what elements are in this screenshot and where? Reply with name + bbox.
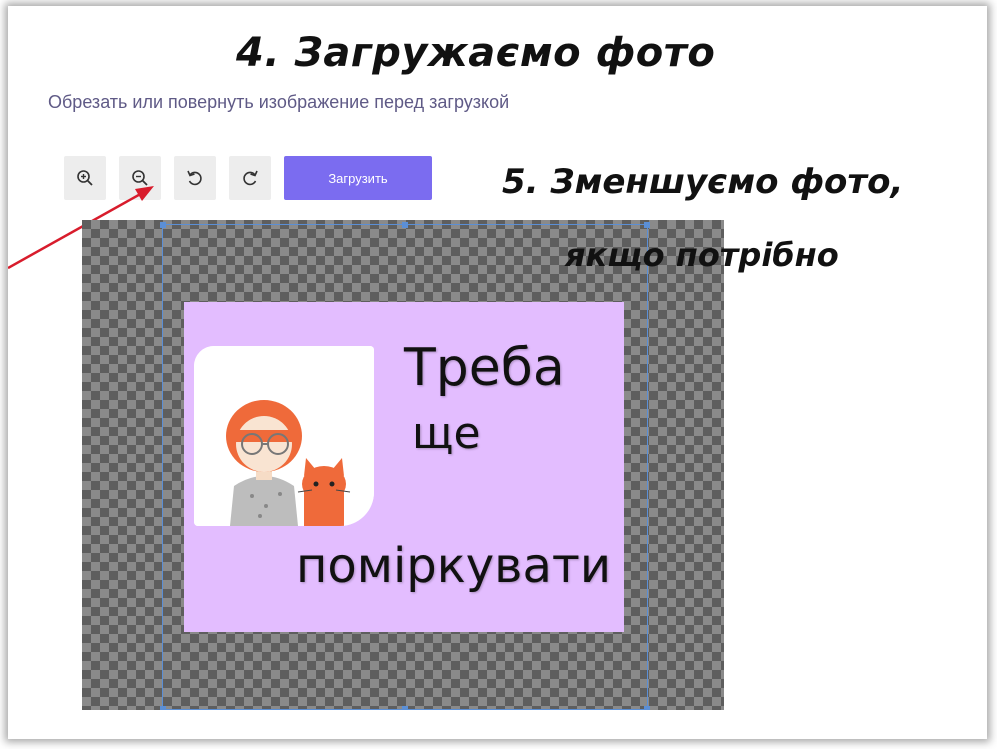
crop-selection-box[interactable]: [160, 222, 650, 710]
crop-handle-bottom-left[interactable]: [160, 706, 166, 710]
crop-handle-top[interactable]: [402, 222, 408, 228]
slide-frame: 4. Загружаємо фото Обрезать или повернут…: [8, 6, 987, 739]
crop-canvas[interactable]: Треба ще поміркувати: [82, 220, 724, 710]
rotate-left-icon: [187, 170, 202, 186]
crop-instructions: Обрезать или повернуть изображение перед…: [48, 92, 510, 112]
step5-annotation: 5. Зменшуємо фото,: [502, 162, 904, 202]
rotate-right-button[interactable]: [229, 156, 271, 200]
crop-handle-bottom-right[interactable]: [644, 706, 650, 710]
step5-annotation-line2: якщо потрібно: [565, 236, 839, 274]
crop-handle-top-right[interactable]: [644, 222, 650, 228]
upload-button[interactable]: Загрузить: [284, 156, 432, 200]
rotate-right-icon: [243, 170, 258, 186]
step4-title: 4. Загружаємо фото: [236, 30, 716, 76]
rotate-left-button[interactable]: [174, 156, 216, 200]
crop-handle-top-left[interactable]: [160, 222, 166, 228]
crop-handle-bottom[interactable]: [402, 706, 408, 710]
